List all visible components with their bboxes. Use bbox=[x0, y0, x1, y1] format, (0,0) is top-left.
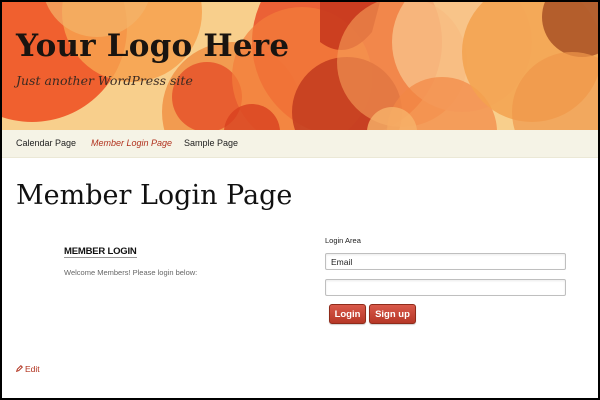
page-title: Member Login Page bbox=[16, 180, 293, 211]
edit-link-label: Edit bbox=[25, 364, 40, 374]
login-button[interactable]: Login bbox=[329, 304, 366, 324]
email-field[interactable] bbox=[325, 253, 566, 270]
site-title[interactable]: Your Logo Here bbox=[16, 28, 289, 64]
pencil-icon bbox=[15, 364, 23, 374]
member-login-widget-text: Welcome Members! Please login below: bbox=[64, 268, 198, 277]
sign-up-button[interactable]: Sign up bbox=[369, 304, 416, 324]
edit-link[interactable]: Edit bbox=[15, 364, 40, 374]
nav-item-calendar-page[interactable]: Calendar Page bbox=[16, 138, 76, 148]
member-login-widget-title: Member Login bbox=[64, 246, 137, 258]
site-header: Your Logo Here Just another WordPress si… bbox=[2, 2, 598, 130]
nav-item-sample-page[interactable]: Sample Page bbox=[184, 138, 238, 148]
nav-item-member-login-page[interactable]: Member Login Page bbox=[91, 138, 172, 148]
browser-viewport: Your Logo Here Just another WordPress si… bbox=[2, 2, 598, 398]
password-field[interactable] bbox=[325, 279, 566, 296]
site-description: Just another WordPress site bbox=[16, 73, 193, 88]
login-area-label: Login Area bbox=[325, 236, 361, 245]
header-background-image bbox=[2, 2, 598, 130]
main-navigation: Calendar Page Member Login Page Sample P… bbox=[2, 130, 598, 158]
